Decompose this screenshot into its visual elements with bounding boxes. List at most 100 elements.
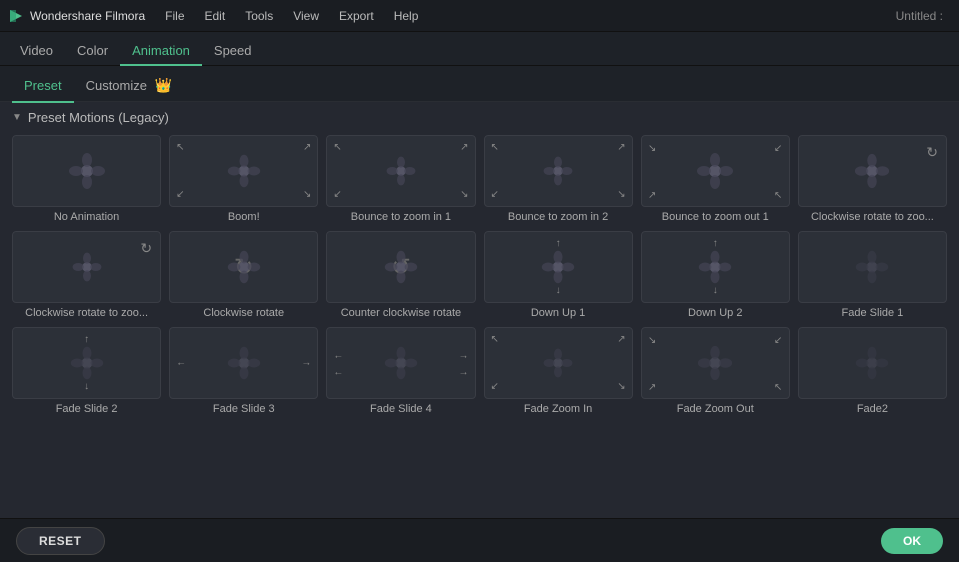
arrow-left-icon: ← — [176, 358, 186, 369]
animation-thumb: ↖ ↗ ↙ ↘ — [484, 135, 633, 207]
arrow-bl-icon: ↙ — [491, 189, 499, 200]
list-item[interactable]: ↻ Clockwise rotate — [169, 231, 318, 319]
animation-label: Fade2 — [798, 403, 947, 415]
flower-icon — [385, 155, 417, 187]
flower-icon — [854, 345, 890, 381]
reset-button[interactable]: RESET — [16, 527, 105, 555]
flower-icon — [67, 151, 107, 191]
flower-icon — [540, 249, 576, 285]
ok-button[interactable]: OK — [881, 528, 943, 554]
tab-animation[interactable]: Animation — [120, 37, 202, 66]
chevron-down-icon: ▼ — [12, 112, 22, 123]
animation-thumb — [798, 327, 947, 399]
arrow-down-icon: ↓ — [84, 381, 89, 392]
flower-icon — [383, 249, 419, 285]
animation-label: Down Up 1 — [484, 307, 633, 319]
flower-icon — [695, 151, 735, 191]
window-title: Untitled : — [896, 9, 943, 23]
arrow-tr-icon: ↗ — [617, 334, 625, 345]
flower-icon — [854, 249, 890, 285]
animation-label: Bounce to zoom out 1 — [641, 211, 790, 223]
animation-label: Counter clockwise rotate — [326, 307, 475, 319]
list-item[interactable]: ↻ Clockwise rotate to zoo... — [798, 135, 947, 223]
animation-thumb: ↖ ↗ ↙ ↘ — [326, 135, 475, 207]
list-item[interactable]: ← → ← → Fade Slide 4 — [326, 327, 475, 415]
animation-thumb: ↻ — [169, 231, 318, 303]
flower-icon — [696, 344, 734, 382]
sub-tab-preset[interactable]: Preset — [12, 74, 74, 103]
tab-video[interactable]: Video — [8, 37, 65, 66]
list-item[interactable]: ↖ ↗ ↙ ↘ Fade Zoom In — [484, 327, 633, 415]
arrow-tr-icon: ↗ — [617, 142, 625, 153]
list-item[interactable]: ↑ ↓ Down Up 2 — [641, 231, 790, 319]
filmora-logo-icon — [8, 8, 24, 24]
arrow-left-icon: ← — [333, 351, 343, 362]
animation-label: Down Up 2 — [641, 307, 790, 319]
flower-icon — [71, 251, 103, 283]
arrow-br-icon: ↘ — [617, 189, 625, 200]
list-item[interactable]: ↖ ↗ ↙ ↘ Bounce to zoom in 2 — [484, 135, 633, 223]
list-item[interactable]: ↑ ↓ Down Up 1 — [484, 231, 633, 319]
menu-export[interactable]: Export — [335, 7, 378, 25]
arrow-right-icon: → — [301, 358, 311, 369]
list-item[interactable]: No Animation — [12, 135, 161, 223]
arrow-tl-icon: ↖ — [176, 142, 184, 153]
list-item[interactable]: ↻ Clockwise rotate to zoo... — [12, 231, 161, 319]
menu-file[interactable]: File — [161, 7, 188, 25]
flower-icon — [542, 347, 574, 379]
arrow-bl-icon: ↙ — [333, 189, 341, 200]
section-title: Preset Motions (Legacy) — [28, 110, 169, 125]
flower-icon — [697, 249, 733, 285]
content-area[interactable]: ▼ Preset Motions (Legacy) No Animation — [0, 102, 959, 518]
animation-label: No Animation — [12, 211, 161, 223]
animation-label: Fade Slide 1 — [798, 307, 947, 319]
arrow-tl-icon: ↖ — [491, 142, 499, 153]
main-tab-bar: Video Color Animation Speed — [0, 32, 959, 66]
flower-icon — [226, 249, 262, 285]
arrow-tl-icon: ↖ — [333, 142, 341, 153]
list-item[interactable]: ↖ ↗ ↙ ↘ Boom! — [169, 135, 318, 223]
arrow-bl-icon: ↙ — [176, 189, 184, 200]
arrow-br-icon: ↘ — [460, 189, 468, 200]
flower-icon — [383, 345, 419, 381]
menu-view[interactable]: View — [289, 7, 323, 25]
rotate-cw-icon: ↻ — [926, 144, 938, 161]
animation-label: Clockwise rotate — [169, 307, 318, 319]
menu-tools[interactable]: Tools — [241, 7, 277, 25]
animation-label: Bounce to zoom in 2 — [484, 211, 633, 223]
animation-thumb: ↑ ↓ — [484, 231, 633, 303]
list-item[interactable]: ↑ ↓ Fade Slide 2 — [12, 327, 161, 415]
arrow-down-icon: ↓ — [556, 285, 561, 296]
list-item[interactable]: ← → Fade Slide 3 — [169, 327, 318, 415]
title-bar: Wondershare Filmora File Edit Tools View… — [0, 0, 959, 32]
animation-label: Fade Slide 3 — [169, 403, 318, 415]
list-item[interactable]: Fade Slide 1 — [798, 231, 947, 319]
animation-label: Clockwise rotate to zoo... — [798, 211, 947, 223]
menu-bar: File Edit Tools View Export Help — [161, 7, 895, 25]
list-item[interactable]: Fade2 — [798, 327, 947, 415]
arrow-tl-icon: ↖ — [491, 334, 499, 345]
tab-speed[interactable]: Speed — [202, 37, 264, 66]
animation-thumb: ↑ ↓ — [12, 327, 161, 399]
animation-thumb: ↖ ↗ ↙ ↘ — [169, 135, 318, 207]
list-item[interactable]: ↖ ↗ ↙ ↘ Bounce to zoom out 1 — [641, 135, 790, 223]
arrow-right-icon: → — [459, 351, 469, 362]
animation-thumb: ↻ — [798, 135, 947, 207]
arrow-br-icon: ↘ — [617, 381, 625, 392]
list-item[interactable]: ↖ ↗ ↙ ↘ Bounce to zoom in 1 — [326, 135, 475, 223]
animation-thumb: ↻ — [12, 231, 161, 303]
sub-tab-bar: Preset Customize 👑 — [0, 66, 959, 102]
tab-color[interactable]: Color — [65, 37, 120, 66]
list-item[interactable]: ↖ ↗ ↙ ↘ Fade Zoom Out — [641, 327, 790, 415]
menu-edit[interactable]: Edit — [201, 7, 230, 25]
list-item[interactable]: ↺ Counter clockwise rotate — [326, 231, 475, 319]
arrow-up-icon: ↑ — [713, 238, 718, 249]
arrow-bl-icon: ↙ — [491, 381, 499, 392]
flower-icon — [226, 153, 262, 189]
crown-icon: 👑 — [155, 77, 172, 93]
arrow-up-icon: ↑ — [556, 238, 561, 249]
section-header: ▼ Preset Motions (Legacy) — [12, 110, 947, 125]
menu-help[interactable]: Help — [390, 7, 423, 25]
sub-tab-customize[interactable]: Customize 👑 — [74, 73, 184, 104]
animation-thumb — [798, 231, 947, 303]
